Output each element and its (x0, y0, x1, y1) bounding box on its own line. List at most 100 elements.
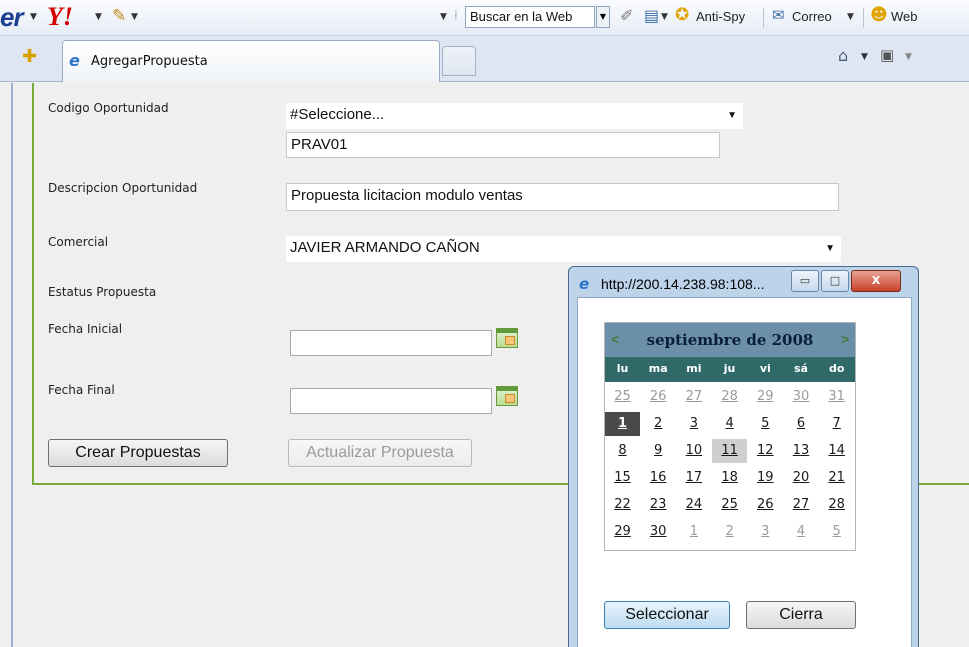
calendar-day[interactable]: 12 (748, 439, 783, 463)
descripcion-oportunidad-label: Descripcion Oportunidad (48, 181, 198, 195)
calendar-day[interactable]: 2 (712, 520, 747, 544)
weekday-header: ma (648, 362, 668, 375)
chevron-down-icon[interactable]: ▼ (440, 12, 447, 22)
calendar-day[interactable]: 20 (784, 466, 819, 490)
chevron-down-icon[interactable]: ▼ (905, 52, 912, 62)
calendar-day[interactable]: 17 (676, 466, 711, 490)
chevron-down-icon[interactable]: ▼ (95, 12, 102, 22)
calendar-day[interactable]: 7 (819, 412, 854, 436)
calendar-day[interactable]: 28 (712, 385, 747, 409)
close-window-button[interactable]: X (851, 270, 901, 292)
new-tab-button[interactable] (442, 46, 476, 76)
popup-title: http://200.14.238.98:108... (601, 276, 765, 292)
calendar-day[interactable]: 24 (676, 493, 711, 517)
fecha-inicial-input[interactable] (290, 330, 492, 356)
chevron-down-icon[interactable]: ▼ (131, 12, 138, 22)
calendar-day[interactable]: 25 (712, 493, 747, 517)
calendar-day[interactable]: 22 (605, 493, 640, 517)
estatus-propuesta-label: Estatus Propuesta (48, 285, 157, 299)
home-icon[interactable]: ⌂ (838, 46, 848, 65)
web-button[interactable]: Web (891, 9, 918, 24)
calendar-day[interactable]: 1 (676, 520, 711, 544)
feeds-icon[interactable]: ▣ (880, 46, 894, 64)
calendar-day[interactable]: 26 (748, 493, 783, 517)
yahoo-logo[interactable]: Y! (47, 2, 73, 32)
ie-icon: e (69, 51, 80, 70)
chevron-down-icon: ▼ (727, 110, 737, 121)
pencil-icon[interactable]: ✎ (112, 6, 126, 26)
calendar-day[interactable]: 2 (641, 412, 676, 436)
correo-button[interactable]: Correo (792, 9, 832, 24)
descripcion-oportunidad-input[interactable]: Propuesta licitacion modulo ventas (286, 183, 839, 211)
calendar-day[interactable]: 28 (819, 493, 854, 517)
antispy-icon[interactable]: ✪ (675, 5, 689, 25)
calendar-day[interactable]: 18 (712, 466, 747, 490)
actualizar-propuesta-button[interactable]: Actualizar Propuesta (288, 439, 472, 467)
smiley-icon[interactable]: ☻ (870, 5, 888, 25)
calendar-day[interactable]: 23 (641, 493, 676, 517)
tab-agregar-propuesta[interactable]: e AgregarPropuesta (62, 40, 440, 82)
comercial-select[interactable]: JAVIER ARMANDO CAÑON ▼ (286, 236, 841, 262)
calendar-day[interactable]: 6 (784, 412, 819, 436)
antispy-button[interactable]: Anti-Spy (696, 9, 745, 24)
calendar-day[interactable]: 31 (819, 385, 854, 409)
favorites-star-icon[interactable]: ✚ (22, 46, 37, 67)
seleccionar-button[interactable]: Seleccionar (604, 601, 730, 629)
tab-bar: ✚ e AgregarPropuesta ⌂ ▼ ▣ ▼ (0, 36, 969, 82)
cierra-button[interactable]: Cierra (746, 601, 856, 629)
calendar-day[interactable]: 15 (605, 466, 640, 490)
chevron-down-icon[interactable]: ▼ (30, 12, 37, 22)
chevron-down-icon[interactable]: ▼ (861, 52, 868, 62)
calendar-day[interactable]: 29 (748, 385, 783, 409)
browser-toolbar: er ▼ Y! ▼ ✎ ▼ ▼ ⁞ Buscar en la Web ▼ ✐ ▤… (0, 0, 969, 36)
codigo-oportunidad-select[interactable]: #Seleccione... ▼ (286, 103, 743, 129)
chevron-down-icon[interactable]: ▼ (661, 12, 668, 22)
calendar-popup-window: e http://200.14.238.98:108... ▭ □ X < se… (568, 266, 919, 647)
calendar-day[interactable]: 4 (712, 412, 747, 436)
codigo-oportunidad-input[interactable]: PRAV01 (286, 132, 720, 158)
calendar-day[interactable]: 27 (676, 385, 711, 409)
pencil-icon[interactable]: ✐ (620, 6, 633, 25)
calendar-day[interactable]: 10 (676, 439, 711, 463)
calendar-day[interactable]: 14 (819, 439, 854, 463)
calendar-day[interactable]: 11 (712, 439, 748, 463)
calendar-month-title: septiembre de 2008 (646, 331, 814, 349)
calendar-day[interactable]: 16 (641, 466, 676, 490)
brand-logo-fragment: er (0, 2, 24, 32)
comercial-select-value: JAVIER ARMANDO CAÑON (290, 239, 480, 256)
calendar-header: < septiembre de 2008 > (605, 323, 855, 357)
calendar-day[interactable]: 8 (605, 439, 640, 463)
calendar-icon[interactable] (496, 386, 518, 406)
calendar-icon[interactable] (496, 328, 518, 348)
calendar-day[interactable]: 4 (784, 520, 819, 544)
calendar-day[interactable]: 21 (819, 466, 854, 490)
search-dropdown-button[interactable]: ▼ (596, 6, 610, 28)
calendar-day[interactable]: 25 (605, 385, 640, 409)
crear-propuestas-button[interactable]: Crear Propuestas (48, 439, 228, 467)
calendar-day[interactable]: 3 (748, 520, 783, 544)
fecha-final-input[interactable] (290, 388, 492, 414)
calendar-day[interactable]: 5 (819, 520, 854, 544)
calendar-day[interactable]: 13 (784, 439, 819, 463)
weekday-header: mi (686, 362, 702, 375)
chevron-down-icon[interactable]: ▼ (847, 12, 854, 22)
toolbar-separator (863, 8, 864, 28)
calendar-day[interactable]: 27 (784, 493, 819, 517)
calendar-day[interactable]: 1 (605, 412, 640, 436)
calendar-day[interactable]: 30 (641, 520, 676, 544)
calendar-day[interactable]: 19 (748, 466, 783, 490)
calendar-day[interactable]: 30 (784, 385, 819, 409)
maximize-button[interactable]: □ (821, 270, 849, 292)
calendar-day[interactable]: 26 (641, 385, 676, 409)
calendar-day[interactable]: 9 (641, 439, 676, 463)
codigo-select-value: #Seleccione... (290, 106, 385, 123)
calendar-day[interactable]: 29 (605, 520, 640, 544)
search-input[interactable]: Buscar en la Web (465, 6, 595, 28)
mail-icon[interactable]: ✉ (772, 6, 785, 24)
window-icon[interactable]: ▤ (644, 6, 659, 25)
minimize-button[interactable]: ▭ (791, 270, 819, 292)
next-month-button[interactable]: > (841, 331, 849, 347)
calendar-day[interactable]: 3 (676, 412, 711, 436)
calendar-day[interactable]: 5 (748, 412, 783, 436)
popup-body: < septiembre de 2008 > lu ma mi ju vi sá do 25… (577, 297, 912, 647)
